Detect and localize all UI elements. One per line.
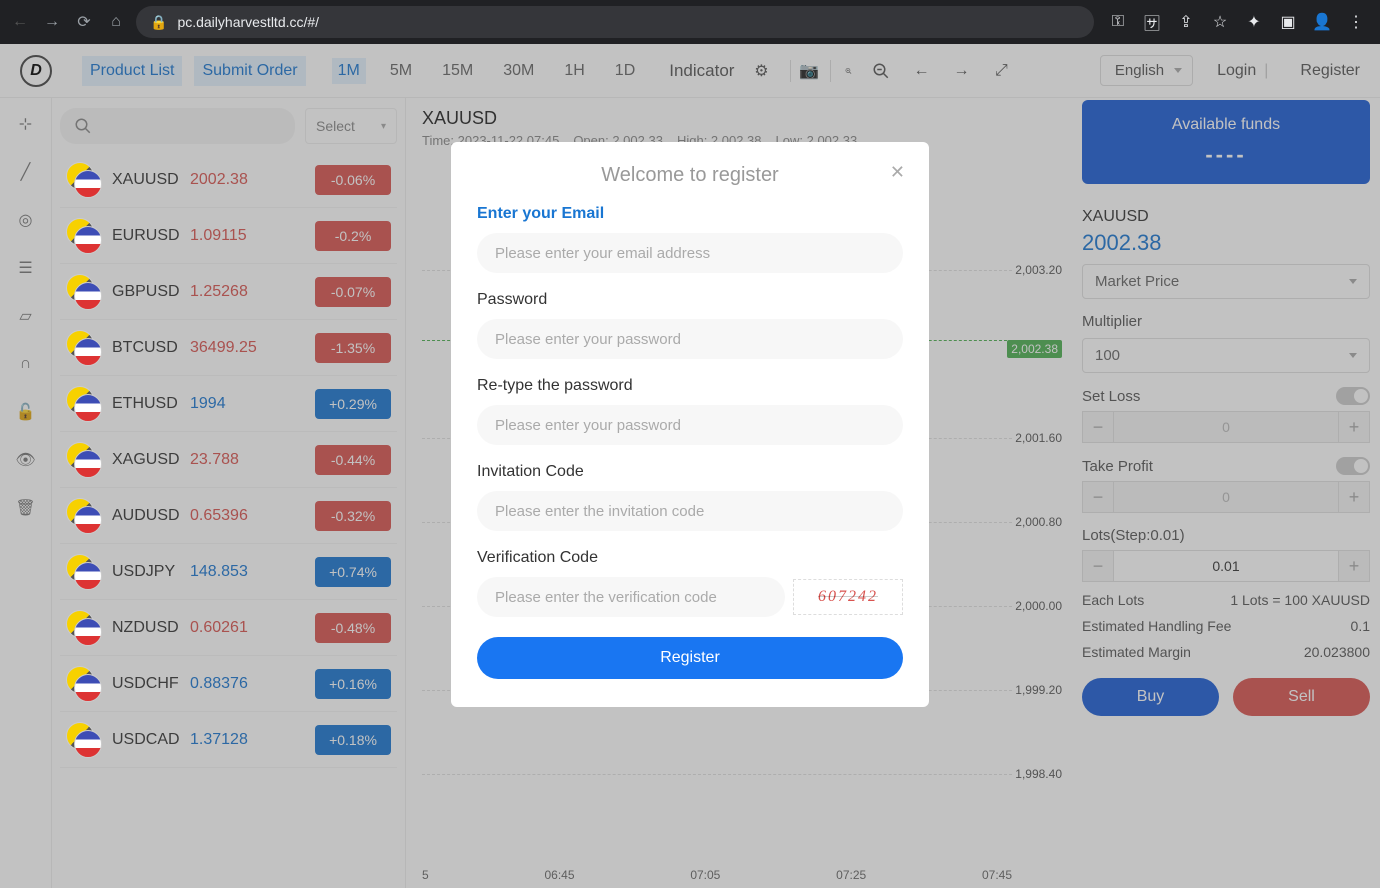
password2-field[interactable] [477, 405, 903, 445]
modal-title: Welcome to register [477, 164, 903, 187]
menu-icon[interactable]: ⋮ [1346, 12, 1366, 32]
invite-label: Invitation Code [477, 463, 903, 481]
key-icon[interactable]: ⚿ [1108, 12, 1128, 32]
password-field[interactable] [477, 319, 903, 359]
password-label: Password [477, 291, 903, 309]
code-field[interactable] [477, 577, 785, 617]
panel-icon[interactable]: ▣ [1278, 12, 1298, 32]
reload-icon[interactable]: ⟳ [72, 10, 96, 34]
captcha-image[interactable]: 607242 [793, 579, 903, 615]
code-label: Verification Code [477, 549, 903, 567]
register-button[interactable]: Register [477, 637, 903, 679]
modal-overlay: ✕ Welcome to register Enter your Email P… [0, 44, 1380, 888]
translate-icon[interactable]: 🈂 [1142, 12, 1162, 32]
bookmark-icon[interactable]: ☆ [1210, 12, 1230, 32]
invite-field[interactable] [477, 491, 903, 531]
profile-icon[interactable]: 👤 [1312, 12, 1332, 32]
forward-icon[interactable]: → [40, 10, 64, 34]
email-field[interactable] [477, 233, 903, 273]
url-text: pc.dailyharvestltd.cc/#/ [177, 14, 319, 30]
close-icon[interactable]: ✕ [890, 162, 905, 183]
share-icon[interactable]: ⇪ [1176, 12, 1196, 32]
home-icon[interactable]: ⌂ [104, 10, 128, 34]
browser-chrome: ← → ⟳ ⌂ 🔒 pc.dailyharvestltd.cc/#/ ⚿ 🈂 ⇪… [0, 0, 1380, 44]
email-label: Enter your Email [477, 205, 903, 223]
register-modal: ✕ Welcome to register Enter your Email P… [451, 142, 929, 707]
password2-label: Re-type the password [477, 377, 903, 395]
extensions-icon[interactable]: ✦ [1244, 12, 1264, 32]
url-bar[interactable]: 🔒 pc.dailyharvestltd.cc/#/ [136, 6, 1094, 38]
lock-icon: 🔒 [150, 14, 167, 31]
back-icon[interactable]: ← [8, 10, 32, 34]
